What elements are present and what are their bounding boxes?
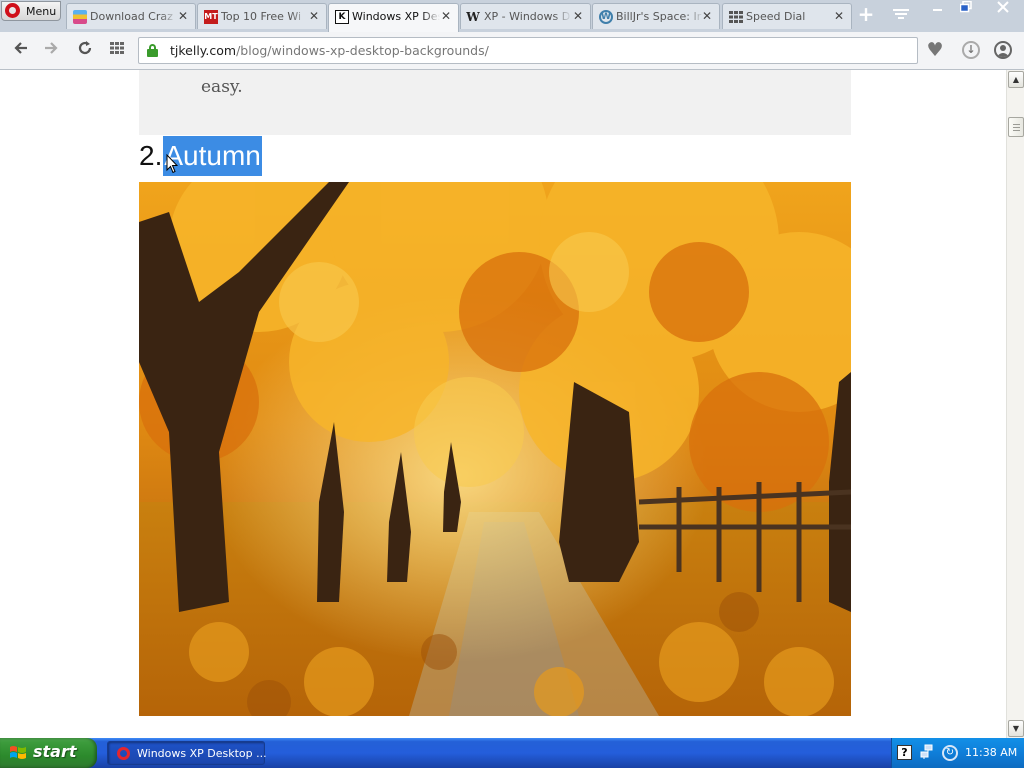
- restore-icon[interactable]: [952, 0, 980, 20]
- wordpress-icon: W: [599, 10, 613, 24]
- url-path: /blog/windows-xp-desktop-backgrounds/: [236, 43, 489, 58]
- tab-xp-windows[interactable]: W XP - Windows D ✕: [460, 3, 591, 29]
- clock: 11:38 AM: [965, 746, 1018, 759]
- section-heading: 2.Autumn: [139, 136, 262, 176]
- tab-title: Speed Dial: [746, 10, 834, 23]
- speed-dial-grid-icon[interactable]: [106, 40, 128, 60]
- tab-close-icon[interactable]: ✕: [573, 9, 583, 23]
- navigation-bar: tjkelly.com/blog/windows-xp-desktop-back…: [0, 32, 1024, 70]
- scroll-down-arrow-icon[interactable]: ▼: [1008, 720, 1024, 737]
- tab-close-icon[interactable]: ✕: [834, 9, 844, 23]
- page-viewport: easy. 2.Autumn: [0, 70, 1006, 738]
- download-icon[interactable]: ↓: [962, 41, 980, 59]
- tab-menu-icon[interactable]: [892, 7, 910, 23]
- new-tab-plus-icon[interactable]: +: [856, 4, 876, 25]
- back-arrow-icon[interactable]: [10, 40, 32, 60]
- url-text[interactable]: tjkelly.com/blog/windows-xp-desktop-back…: [170, 43, 489, 58]
- tab-speed-dial[interactable]: Speed Dial ✕: [722, 3, 852, 29]
- vertical-scrollbar[interactable]: ▲ ▼: [1006, 70, 1024, 738]
- menu-label: Menu: [26, 5, 57, 18]
- previous-section-block: easy.: [139, 70, 851, 135]
- close-window-icon[interactable]: [985, 1, 1021, 20]
- tab-close-icon[interactable]: ✕: [178, 9, 188, 23]
- heart-bookmark-icon[interactable]: ♥: [925, 41, 945, 60]
- download-favicon-icon: [73, 10, 87, 24]
- tab-title: XP - Windows D: [484, 10, 572, 23]
- mouse-cursor-icon: [166, 154, 178, 174]
- tab-close-icon[interactable]: ✕: [702, 9, 712, 23]
- tab-strip: Menu Download Craz ✕ MT Top 10 Free Wi ✕…: [0, 0, 1024, 32]
- forward-arrow-icon[interactable]: [40, 40, 62, 60]
- tab-title: Windows XP Des: [352, 10, 440, 23]
- taskbar: start Windows XP Desktop ... ? ↻ 11:38 A…: [0, 738, 1024, 768]
- system-tray: ? ↻ 11:38 AM: [891, 738, 1024, 768]
- help-icon[interactable]: ?: [897, 745, 912, 760]
- previous-paragraph-tail: easy.: [201, 77, 243, 97]
- tab-billjr[interactable]: W BillJr's Space: Ir ✕: [592, 3, 720, 29]
- tab-close-icon[interactable]: ✕: [441, 9, 451, 23]
- account-icon[interactable]: [994, 41, 1012, 59]
- speed-dial-icon: [729, 10, 743, 24]
- scroll-thumb[interactable]: [1008, 117, 1024, 137]
- taskbar-item-opera[interactable]: Windows XP Desktop ...: [107, 741, 267, 765]
- scroll-up-arrow-icon[interactable]: ▲: [1008, 71, 1024, 88]
- section-number: 2.: [139, 140, 163, 171]
- section-title-selected[interactable]: Autumn: [163, 136, 262, 176]
- update-icon[interactable]: ↻: [942, 745, 958, 761]
- opera-logo-icon: [5, 3, 20, 18]
- start-button[interactable]: start: [0, 738, 97, 768]
- browser-menu-button[interactable]: Menu: [1, 1, 61, 21]
- wikipedia-favicon-icon: W: [466, 10, 480, 24]
- tab-close-icon[interactable]: ✕: [309, 9, 319, 23]
- network-icon[interactable]: [920, 744, 934, 760]
- mt-favicon-icon: MT: [204, 10, 218, 24]
- url-domain: tjkelly.com: [170, 43, 237, 58]
- k-favicon-icon: K: [335, 10, 349, 24]
- opera-icon: [117, 747, 130, 760]
- minimize-icon[interactable]: [924, 1, 952, 20]
- lock-icon[interactable]: [147, 44, 158, 57]
- tab-windows-xp[interactable]: K Windows XP Des ✕: [328, 3, 459, 32]
- tab-top-10[interactable]: MT Top 10 Free Wi ✕: [197, 3, 327, 29]
- start-label: start: [33, 742, 77, 761]
- tab-title: Top 10 Free Wi: [221, 10, 309, 23]
- address-bar[interactable]: tjkelly.com/blog/windows-xp-desktop-back…: [138, 37, 918, 64]
- reload-icon[interactable]: [74, 40, 96, 60]
- tab-title: BillJr's Space: Ir: [616, 10, 704, 23]
- taskbar-item-label: Windows XP Desktop ...: [137, 747, 267, 760]
- windows-flag-icon: [10, 746, 26, 759]
- tab-download[interactable]: Download Craz ✕: [66, 3, 196, 29]
- autumn-photo: [139, 182, 851, 716]
- tab-title: Download Craz: [90, 10, 178, 23]
